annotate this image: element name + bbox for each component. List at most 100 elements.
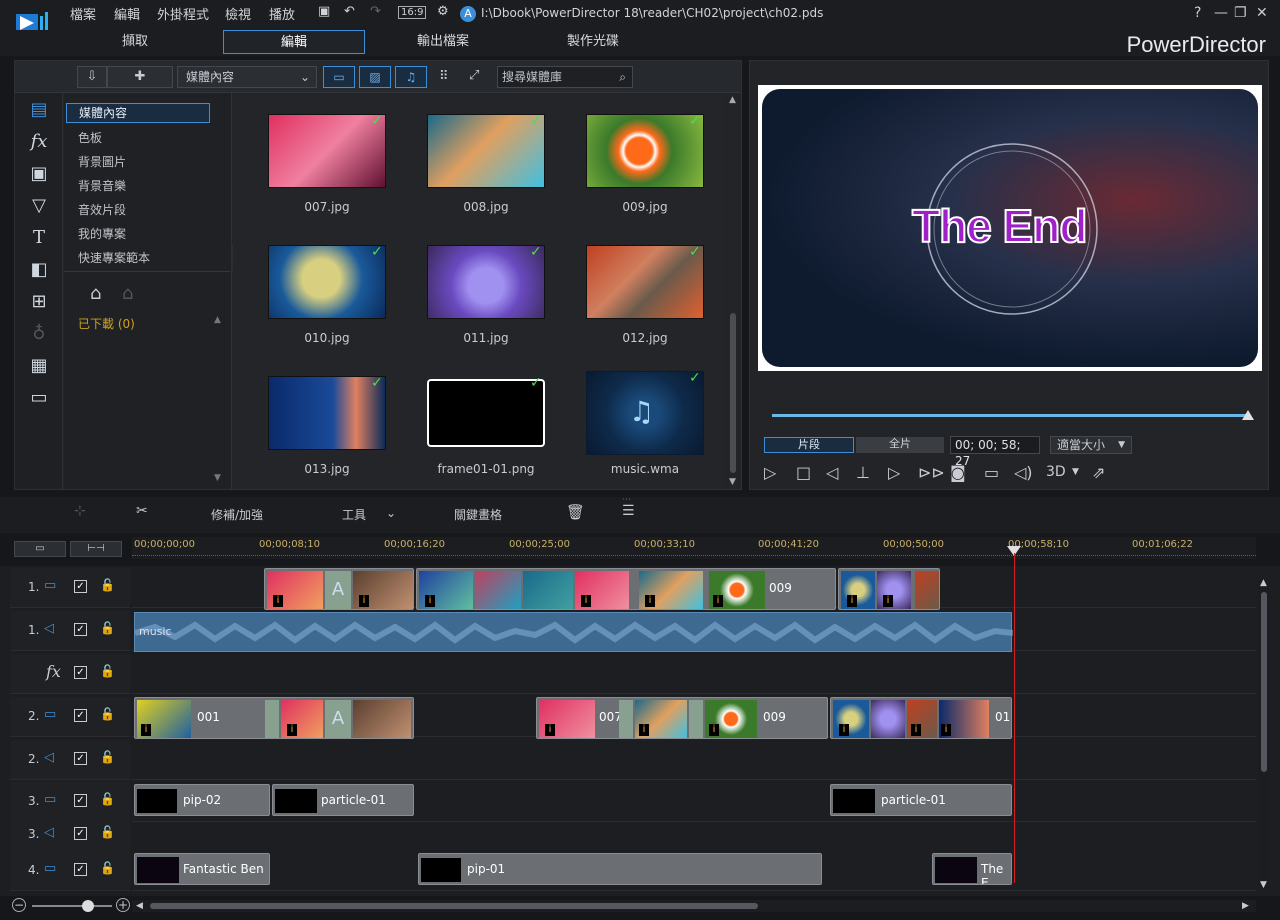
track-lock-icon[interactable]: 🔓 <box>100 792 115 808</box>
undo-icon[interactable]: ↶ <box>344 4 355 19</box>
zoom-dropdown[interactable]: 適當大小 ▼ <box>1050 436 1132 454</box>
chapter-room-icon[interactable]: ▦ <box>27 355 51 377</box>
particle-room-icon[interactable]: ▽ <box>27 195 51 217</box>
track-lock-icon[interactable]: 🔓 <box>100 621 115 637</box>
subtitle-icon[interactable]: ▭ <box>984 463 999 482</box>
downloaded-tag[interactable]: 已下載 (0) <box>78 315 135 332</box>
menu-view[interactable]: 檢視 <box>225 4 251 23</box>
scissors-split-icon[interactable]: ✂ <box>136 503 148 519</box>
stop-icon[interactable]: □ <box>796 463 811 482</box>
menu-file[interactable]: 檔案 <box>70 4 96 23</box>
menu-edit[interactable]: 編輯 <box>114 4 140 23</box>
clip-info-icon[interactable]: i <box>883 595 893 607</box>
timeline-horizontal-scrollbar[interactable]: ◀ ▶ <box>132 900 1256 912</box>
clip-info-icon[interactable]: i <box>847 595 857 607</box>
media-thumb[interactable] <box>268 114 386 188</box>
volume-icon[interactable]: ◁) <box>1014 463 1033 482</box>
track-lock-icon[interactable]: 🔓 <box>100 707 115 723</box>
zoom-in-icon[interactable]: + <box>116 898 130 912</box>
media-thumb[interactable] <box>427 114 545 188</box>
zoom-slider-handle[interactable] <box>82 900 94 912</box>
close-icon[interactable]: ✕ <box>1256 5 1268 21</box>
menu-plugins[interactable]: 外掛程式 <box>157 4 209 23</box>
track-enable-checkbox[interactable]: ✓ <box>74 794 87 807</box>
snapshot-camera-icon[interactable]: ◙ <box>950 463 966 482</box>
timeline-clip[interactable]: A i i <box>264 568 414 610</box>
track-lane[interactable] <box>132 654 1256 694</box>
plugin-icon[interactable]: ✚ <box>107 66 173 88</box>
split-marker-icon[interactable]: ⊥ <box>856 463 870 482</box>
track-enable-checkbox[interactable]: ✓ <box>74 580 87 593</box>
keyframe-button[interactable]: 關鍵畫格 <box>454 506 502 523</box>
grid-scroll-up-icon[interactable]: ▲ <box>729 95 736 105</box>
track-lock-icon[interactable]: 🔓 <box>100 664 115 680</box>
tab-edit[interactable]: 編輯 <box>223 30 365 54</box>
timeline-clip[interactable]: The E <box>932 853 1012 885</box>
next-frame-icon[interactable]: ▷ <box>888 463 900 482</box>
tree-item-my-projects[interactable]: 我的專案 <box>78 225 126 242</box>
vscroll-thumb[interactable] <box>1261 592 1267 772</box>
effect-room-icon[interactable]: fx <box>27 131 51 153</box>
timeline-clip[interactable]: 007 009 i i i <box>536 697 828 739</box>
tools-chevron-icon[interactable]: ⌄ <box>386 506 396 520</box>
title-room-icon[interactable]: T <box>27 227 51 249</box>
tools-button[interactable]: 工具 <box>342 506 366 523</box>
track-lock-icon[interactable]: 🔓 <box>100 825 115 841</box>
menu-play[interactable]: 播放 <box>269 4 295 23</box>
more-features-icon[interactable]: ☰ <box>622 503 635 519</box>
clip-info-icon[interactable]: i <box>713 595 723 607</box>
media-thumb[interactable] <box>427 379 545 447</box>
remove-tag-icon[interactable]: ⌂ <box>122 283 133 304</box>
timeline-clip[interactable]: 013 i i i <box>830 697 1012 739</box>
clip-info-icon[interactable]: i <box>839 724 849 736</box>
audio-clip[interactable]: music <box>134 612 1013 652</box>
tree-item-bg-music[interactable]: 背景音樂 <box>78 177 126 194</box>
timeline-zoom-slider[interactable] <box>32 905 112 907</box>
media-thumb[interactable] <box>427 245 545 319</box>
tree-item-project-templates[interactable]: 快速專案範本 <box>78 249 150 266</box>
audio-mixing-room-icon[interactable]: ⊞ <box>27 291 51 313</box>
zoom-out-icon[interactable]: − <box>12 898 26 912</box>
timeline-clip[interactable]: particle-01 <box>272 784 414 816</box>
media-room-icon[interactable]: ▤ <box>27 99 51 121</box>
track-enable-checkbox[interactable]: ✓ <box>74 709 87 722</box>
clip-info-icon[interactable]: i <box>545 724 555 736</box>
clip-info-icon[interactable]: i <box>941 724 951 736</box>
add-tag-icon[interactable]: ⌂ <box>90 283 101 304</box>
clip-info-icon[interactable]: i <box>141 724 151 736</box>
voice-over-room-icon[interactable]: ♁ <box>27 323 51 345</box>
track-enable-checkbox[interactable]: ✓ <box>74 827 87 840</box>
minimize-icon[interactable]: — <box>1214 5 1228 21</box>
scroll-right-icon[interactable]: ▶ <box>1242 901 1249 911</box>
clip-info-icon[interactable]: i <box>911 724 921 736</box>
redo-icon[interactable]: ↷ <box>370 4 381 19</box>
filter-video-icon[interactable]: ▭ <box>323 66 355 88</box>
track-manager-icon[interactable]: ▭ <box>14 541 66 557</box>
filter-image-icon[interactable]: ▨ <box>359 66 391 88</box>
restore-icon[interactable]: ❐ <box>1234 5 1247 21</box>
clip-info-icon[interactable]: i <box>581 595 591 607</box>
aspect-ratio-select[interactable]: 16:9 <box>398 6 427 19</box>
movie-mode-button[interactable]: 全片 <box>856 437 944 453</box>
timeline-clip[interactable]: 009 i i i i <box>416 568 836 610</box>
3d-dropdown-icon[interactable]: ▼ <box>1072 467 1079 477</box>
timeline-ruler[interactable]: 00;00;00;00 00;00;08;10 00;00;16;20 00;0… <box>132 537 1256 559</box>
tree-item-sound-clips[interactable]: 音效片段 <box>78 201 126 218</box>
media-thumb[interactable] <box>586 114 704 188</box>
save-icon[interactable]: ▣ <box>318 4 330 19</box>
undock-icon[interactable]: ⇗ <box>1092 463 1105 482</box>
clip-info-icon[interactable]: i <box>639 724 649 736</box>
timeline-clip[interactable]: pip-02 <box>134 784 270 816</box>
scroll-left-icon[interactable]: ◀ <box>136 901 143 911</box>
tree-scroll-up-icon[interactable]: ▲ <box>214 315 221 325</box>
search-icon[interactable]: ⌕ <box>619 67 626 87</box>
timeline-clip[interactable]: i i <box>838 568 940 610</box>
tree-item-backgrounds[interactable]: 背景圖片 <box>78 153 126 170</box>
3d-mode-button[interactable]: 3D <box>1046 464 1066 480</box>
timecode-display[interactable]: 00; 00; 58; 27 <box>950 436 1040 468</box>
settings-gear-icon[interactable]: ⚙ <box>437 4 449 19</box>
track-lane[interactable] <box>132 740 1256 780</box>
playhead-line[interactable] <box>1014 553 1015 883</box>
grid-scrollbar-thumb[interactable] <box>730 313 736 473</box>
preview-progress-bar[interactable] <box>772 414 1250 417</box>
